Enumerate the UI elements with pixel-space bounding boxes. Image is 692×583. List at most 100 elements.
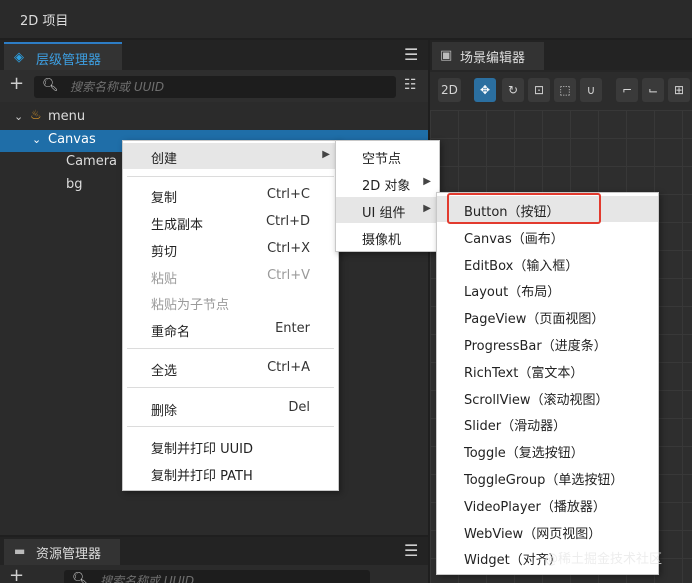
menu-item-label: 粘贴为子节点 — [151, 298, 230, 313]
expand-chevron-icon[interactable]: ⌄ — [14, 110, 23, 123]
create-submenu-item[interactable]: 摄像机 — [336, 224, 439, 250]
submenu-arrow-icon: ▶ — [423, 176, 431, 187]
scene-tab-label: 场景编辑器 — [460, 51, 526, 66]
menu-item-label: 复制 — [151, 191, 178, 206]
menu-item[interactable]: 复制 Ctrl+C — [123, 182, 338, 208]
create-submenu-item[interactable]: 2D 对象 ▶ — [336, 170, 439, 196]
button-highlight-annotation — [447, 193, 601, 224]
ui-component-item[interactable]: PageView（页面视图） — [437, 303, 658, 329]
menu-item-label: WebView（网页视图） — [464, 526, 602, 542]
layers-icon: ◈ — [14, 50, 24, 65]
hamburger-menu-icon[interactable]: ☰ — [404, 45, 418, 64]
menu-item-shortcut: Del — [288, 400, 310, 415]
menu-item-label: 全选 — [151, 364, 178, 379]
menu-item[interactable]: 删除 Del — [123, 395, 338, 421]
menu-separator — [127, 387, 334, 388]
tree-node-label: bg — [66, 177, 83, 192]
menu-item[interactable]: 复制并打印 UUID — [123, 433, 338, 459]
menu-item[interactable]: 全选 Ctrl+A — [123, 355, 338, 381]
ui-component-item[interactable]: ProgressBar（进度条） — [437, 330, 658, 356]
menu-item-shortcut: Ctrl+D — [265, 214, 310, 229]
local-icon[interactable]: ⊞ — [668, 78, 690, 102]
tree-node-label: Camera — [66, 154, 118, 169]
menu-item-label: Layout（布局） — [464, 285, 561, 301]
menu-item[interactable]: 粘贴 Ctrl+V — [123, 263, 338, 289]
mode-2d-button[interactable]: 2D — [438, 78, 461, 102]
create-submenu-item[interactable]: 空节点 — [336, 143, 439, 169]
menu-item-label: UI 组件 — [362, 206, 406, 221]
image-icon: ▣ — [440, 48, 453, 63]
title-bar: 2D 项目 — [0, 0, 692, 38]
move-tool-icon[interactable]: ✥ — [474, 78, 496, 102]
assets-search: 🔍︎ — [64, 570, 420, 583]
add-node-button[interactable]: + — [9, 73, 24, 94]
menu-item[interactable]: 创建 ▶ — [123, 143, 338, 169]
hierarchy-tab-label: 层级管理器 — [36, 53, 102, 68]
menu-separator — [127, 426, 334, 427]
ui-component-item[interactable]: Layout（布局） — [437, 276, 658, 302]
hierarchy-tab-row: ◈ 层级管理器 ☰ — [0, 40, 428, 70]
assets-search-input[interactable] — [100, 571, 420, 583]
snap-icon[interactable]: ⌐ — [616, 78, 638, 102]
menu-item-label: 重命名 — [151, 325, 191, 340]
ui-component-item[interactable]: ScrollView（滚动视图） — [437, 384, 658, 410]
rect-tool-icon[interactable]: ⬚ — [554, 78, 576, 102]
ui-component-item[interactable]: EditBox（输入框） — [437, 250, 658, 276]
menu-item[interactable]: 剪切 Ctrl+X — [123, 236, 338, 262]
menu-item-label: ToggleGroup（单选按钮） — [464, 473, 624, 488]
menu-item-shortcut: Ctrl+V — [267, 268, 310, 283]
ui-component-item[interactable]: Toggle（复选按钮） — [437, 437, 658, 463]
menu-item-label: RichText（富文本） — [464, 365, 584, 381]
scene-toolbar: 2D ✥ ↻ ⊡ ⬚ ∪ ⌐ ⌙ ⊞ — [430, 72, 692, 110]
expand-chevron-icon[interactable]: ⌄ — [32, 133, 41, 146]
menu-item-label: 复制并打印 UUID — [151, 442, 254, 457]
submenu-arrow-icon: ▶ — [423, 203, 431, 214]
menu-item-label: 复制并打印 PATH — [151, 469, 253, 484]
ui-component-item[interactable]: Canvas（画布） — [437, 223, 658, 249]
create-submenu-item[interactable]: UI 组件 ▶ — [336, 197, 439, 223]
menu-item-label: 生成副本 — [151, 218, 204, 233]
scene-flame-icon: ♨ — [30, 108, 42, 123]
menu-item-label: Slider（滑动器） — [464, 419, 567, 435]
menu-item-label: 空节点 — [362, 152, 402, 167]
ui-component-item[interactable]: ToggleGroup（单选按钮） — [437, 464, 658, 490]
assets-menu-icon[interactable]: ☰ — [404, 541, 418, 560]
app-title: 2D 项目 — [20, 14, 69, 29]
tree-node-label: Canvas — [48, 132, 96, 147]
scale-tool-icon[interactable]: ⊡ — [528, 78, 550, 102]
scene-tab-row: ▣ 场景编辑器 — [430, 40, 692, 70]
ui-component-item[interactable]: Slider（滑动器） — [437, 410, 658, 436]
rotate-tool-icon[interactable]: ↻ — [502, 78, 524, 102]
tab-assets[interactable]: ▬ 资源管理器 — [4, 539, 120, 565]
menu-item[interactable]: 粘贴为子节点 — [123, 289, 338, 315]
search-input[interactable] — [70, 77, 390, 97]
watermark: @稀土掘金技术社区 — [545, 552, 663, 567]
pivot-icon[interactable]: ⌙ — [642, 78, 664, 102]
menu-item[interactable]: 复制并打印 PATH — [123, 460, 338, 486]
create-submenu: 空节点 2D 对象 ▶ UI 组件 ▶ 摄像机 — [335, 140, 440, 252]
ui-component-submenu: Button（按钮） Canvas（画布） EditBox（输入框） Layout（布… — [436, 192, 659, 575]
assets-tab-row: ▬ 资源管理器 ☰ — [0, 537, 428, 565]
menu-item-label: 剪切 — [151, 245, 178, 260]
tree-node-menu[interactable]: ⌄ ♨ menu — [0, 107, 428, 129]
menu-item[interactable]: 生成副本 Ctrl+D — [123, 209, 338, 235]
tab-hierarchy[interactable]: ◈ 层级管理器 — [4, 42, 122, 70]
menu-item-shortcut: Ctrl+X — [267, 241, 310, 256]
add-asset-button[interactable]: + — [9, 565, 24, 583]
menu-item-label: 删除 — [151, 404, 178, 419]
menu-item-shortcut: Ctrl+C — [266, 187, 310, 202]
menu-item-label: 2D 对象 — [362, 179, 411, 194]
ui-component-item[interactable]: WebView（网页视图） — [437, 518, 658, 544]
search-icon: 🔍︎ — [42, 78, 59, 93]
ui-component-item[interactable]: VideoPlayer（播放器） — [437, 491, 658, 517]
ui-component-item[interactable]: RichText（富文本） — [437, 357, 658, 383]
menu-item-label: ScrollView（滚动视图） — [464, 392, 609, 408]
tab-scene-editor[interactable]: ▣ 场景编辑器 — [432, 42, 544, 70]
list-view-icon[interactable]: ☷ — [404, 77, 417, 93]
tree-node-label: menu — [48, 109, 86, 124]
menu-separator — [127, 348, 334, 349]
transform-tool-icon[interactable]: ∪ — [580, 78, 602, 102]
menu-item[interactable]: 重命名 Enter — [123, 316, 338, 342]
menu-item-label: Canvas（画布） — [464, 231, 564, 247]
submenu-arrow-icon: ▶ — [322, 149, 330, 160]
